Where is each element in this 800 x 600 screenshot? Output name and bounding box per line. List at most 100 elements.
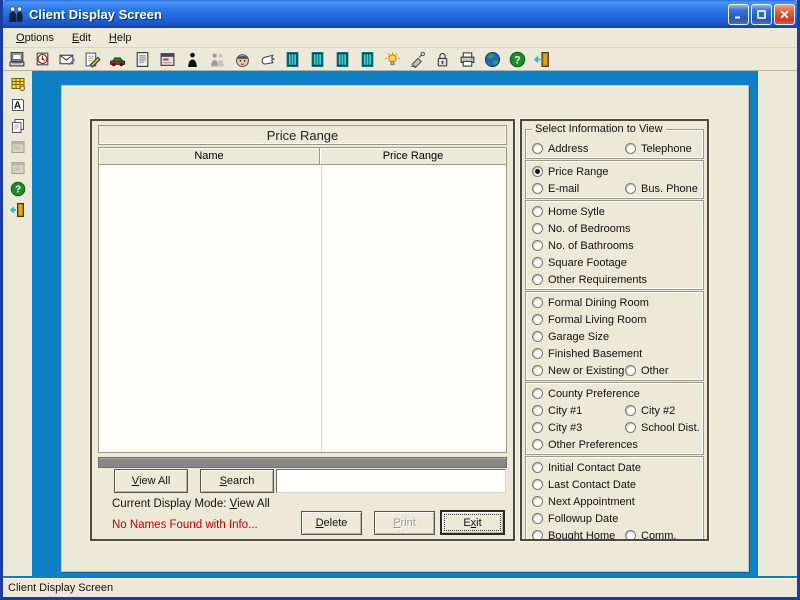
- search-button[interactable]: Search: [200, 469, 274, 493]
- radio-garage-size[interactable]: Garage Size: [532, 331, 609, 343]
- clipboard-copy-icon[interactable]: [8, 117, 28, 134]
- door-gate-icon-3[interactable]: [332, 49, 352, 69]
- screen-disabled-icon-1[interactable]: [8, 138, 28, 155]
- radio-button-circle[interactable]: [625, 143, 636, 154]
- radio-county-preference[interactable]: County Preference: [532, 388, 640, 400]
- spreadsheet-grid-icon[interactable]: [8, 75, 28, 92]
- radio-telephone[interactable]: Telephone: [625, 143, 692, 155]
- radio-address[interactable]: Address: [532, 143, 625, 155]
- radio-comm[interactable]: Comm.: [625, 530, 676, 542]
- horizontal-scrollbar[interactable]: [98, 457, 507, 468]
- radio-button-circle[interactable]: [532, 331, 543, 342]
- radio-button-circle[interactable]: [532, 530, 543, 541]
- radio-button-circle[interactable]: [532, 166, 543, 177]
- radio-city-2[interactable]: City #2: [625, 405, 675, 417]
- radio-button-circle[interactable]: [625, 422, 636, 433]
- people-disabled-icon[interactable]: [207, 49, 227, 69]
- door-gate-icon-1[interactable]: [282, 49, 302, 69]
- radio-formal-living-room[interactable]: Formal Living Room: [532, 314, 646, 326]
- radio-e-mail[interactable]: E-mail: [532, 183, 625, 195]
- radio-finished-basement[interactable]: Finished Basement: [532, 348, 642, 360]
- clock-icon[interactable]: [32, 49, 52, 69]
- close-button[interactable]: [774, 4, 795, 25]
- person-icon[interactable]: [182, 49, 202, 69]
- menu-options[interactable]: Options: [7, 30, 63, 46]
- radio-price-range[interactable]: Price Range: [532, 166, 609, 178]
- radio-button-circle[interactable]: [532, 223, 543, 234]
- radio-button-circle[interactable]: [532, 439, 543, 450]
- help-icon[interactable]: ?: [8, 180, 28, 197]
- radio-bought-home[interactable]: Bought Home: [532, 530, 625, 542]
- side-toolbar: A?: [3, 71, 32, 578]
- radio-other-preferences[interactable]: Other Preferences: [532, 439, 638, 451]
- menu-help[interactable]: Help: [100, 30, 141, 46]
- table-body[interactable]: [98, 165, 507, 453]
- radio-followup-date[interactable]: Followup Date: [532, 513, 618, 525]
- screen-icon[interactable]: [157, 49, 177, 69]
- radio-button-circle[interactable]: [532, 240, 543, 251]
- mail-envelope-icon[interactable]: [57, 49, 77, 69]
- door-gate-icon-2[interactable]: [307, 49, 327, 69]
- search-input[interactable]: [276, 469, 506, 493]
- radio-button-circle[interactable]: [532, 143, 543, 154]
- radio-formal-dining-room[interactable]: Formal Dining Room: [532, 297, 649, 309]
- printer-icon[interactable]: [457, 49, 477, 69]
- radio-button-circle[interactable]: [532, 206, 543, 217]
- minimize-button[interactable]: [728, 4, 749, 25]
- radio-initial-contact-date[interactable]: Initial Contact Date: [532, 462, 641, 474]
- door-gate-icon-4[interactable]: [357, 49, 377, 69]
- radio-no-of-bedrooms[interactable]: No. of Bedrooms: [532, 223, 631, 235]
- radio-no-of-bathrooms[interactable]: No. of Bathrooms: [532, 240, 634, 252]
- radio-home-sytle[interactable]: Home Sytle: [532, 206, 605, 218]
- radio-button-circle[interactable]: [532, 348, 543, 359]
- exit-door-icon[interactable]: [8, 201, 28, 218]
- hand-icon[interactable]: [257, 49, 277, 69]
- radio-button-circle[interactable]: [532, 479, 543, 490]
- radio-button-circle[interactable]: [532, 183, 543, 194]
- lightbulb-icon[interactable]: [382, 49, 402, 69]
- maximize-button[interactable]: [751, 4, 772, 25]
- satellite-icon[interactable]: [407, 49, 427, 69]
- menu-edit[interactable]: Edit: [63, 30, 100, 46]
- exit-door-icon[interactable]: [532, 49, 552, 69]
- radio-button-circle[interactable]: [625, 365, 636, 376]
- delete-button[interactable]: Delete: [301, 511, 362, 535]
- radio-button-circle[interactable]: [625, 405, 636, 416]
- two-people-icon[interactable]: [7, 5, 25, 23]
- radio-button-circle[interactable]: [532, 496, 543, 507]
- car-icon[interactable]: [107, 49, 127, 69]
- note-pencil-icon[interactable]: [82, 49, 102, 69]
- radio-button-circle[interactable]: [532, 388, 543, 399]
- radio-button-circle[interactable]: [625, 530, 636, 541]
- screen-disabled-icon-2[interactable]: [8, 159, 28, 176]
- help-icon[interactable]: ?: [507, 49, 527, 69]
- radio-button-circle[interactable]: [532, 365, 543, 376]
- radio-button-circle[interactable]: [532, 257, 543, 268]
- radio-button-circle[interactable]: [532, 405, 543, 416]
- face-icon[interactable]: [232, 49, 252, 69]
- radio-city-1[interactable]: City #1: [532, 405, 625, 417]
- globe-icon[interactable]: [482, 49, 502, 69]
- radio-last-contact-date[interactable]: Last Contact Date: [532, 479, 636, 491]
- radio-school-dist[interactable]: School Dist.: [625, 422, 700, 434]
- radio-button-circle[interactable]: [532, 274, 543, 285]
- radio-bus-phone[interactable]: Bus. Phone: [625, 183, 698, 195]
- radio-new-or-existing[interactable]: New or Existing: [532, 365, 625, 377]
- view-all-button[interactable]: View All: [114, 469, 188, 493]
- font-letter-a-icon[interactable]: A: [8, 96, 28, 113]
- radio-button-circle[interactable]: [625, 183, 636, 194]
- exit-button[interactable]: Exit: [440, 510, 505, 535]
- radio-button-circle[interactable]: [532, 297, 543, 308]
- radio-square-footage[interactable]: Square Footage: [532, 257, 627, 269]
- radio-city-3[interactable]: City #3: [532, 422, 625, 434]
- lock-icon[interactable]: [432, 49, 452, 69]
- radio-button-circle[interactable]: [532, 513, 543, 524]
- radio-other[interactable]: Other: [625, 365, 669, 377]
- radio-button-circle[interactable]: [532, 422, 543, 433]
- radio-button-circle[interactable]: [532, 314, 543, 325]
- radio-button-circle[interactable]: [532, 462, 543, 473]
- radio-other-requirements[interactable]: Other Requirements: [532, 274, 647, 286]
- radio-next-appointment[interactable]: Next Appointment: [532, 496, 635, 508]
- notepad-icon[interactable]: [132, 49, 152, 69]
- computer-icon[interactable]: [7, 49, 27, 69]
